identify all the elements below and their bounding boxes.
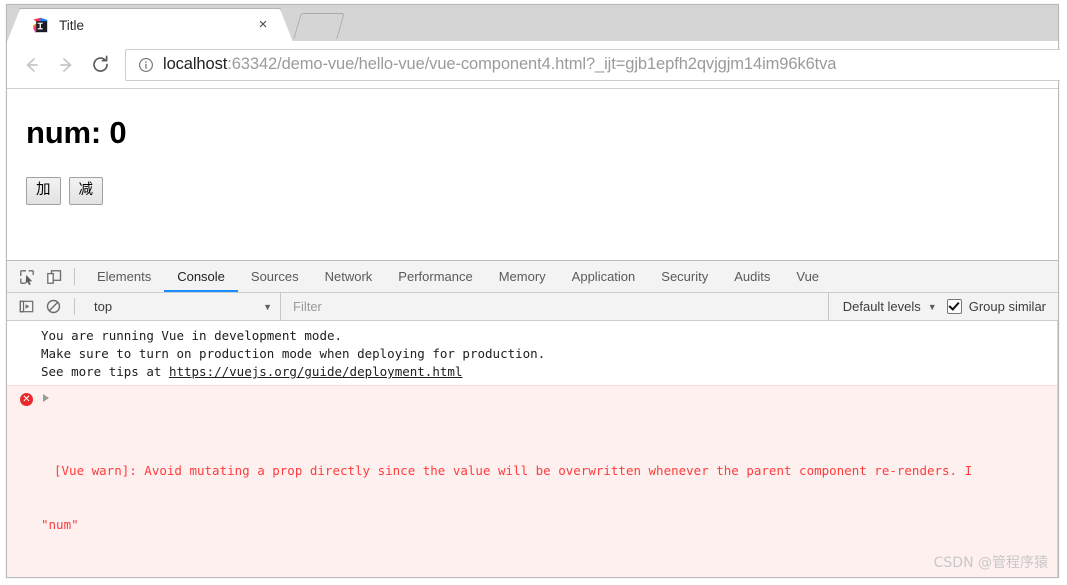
address-bar[interactable]: localhost:63342/demo-vue/hello-vue/vue-c… bbox=[125, 48, 1060, 81]
console-output[interactable]: You are running Vue in development mode.… bbox=[7, 321, 1058, 577]
navigation-bar: localhost:63342/demo-vue/hello-vue/vue-c… bbox=[7, 41, 1060, 89]
tab-elements[interactable]: Elements bbox=[84, 261, 164, 292]
deployment-guide-link[interactable]: https://vuejs.org/guide/deployment.html bbox=[169, 364, 463, 379]
console-toolbar: top ▼ Default levels ▼ Group similar bbox=[7, 292, 1058, 321]
tab-performance[interactable]: Performance bbox=[385, 261, 485, 292]
console-toolbar-divider bbox=[74, 298, 75, 315]
chevron-down-icon: ▼ bbox=[927, 301, 937, 312]
error-circle-icon: ✕ bbox=[20, 393, 33, 406]
execution-context-value: top bbox=[94, 299, 113, 314]
tab-title: Title bbox=[59, 17, 85, 33]
tab-console[interactable]: Console bbox=[164, 261, 238, 292]
error-line-2: "num" bbox=[41, 517, 79, 532]
inspect-element-icon[interactable] bbox=[13, 264, 40, 290]
info-line-3: See more tips at bbox=[41, 364, 169, 379]
browser-window: Title × localhost:63342/demo-vue/hello-v… bbox=[6, 4, 1060, 578]
triangle-right-icon[interactable] bbox=[43, 394, 49, 402]
error-line-3 bbox=[41, 570, 1057, 577]
info-line-1: You are running Vue in development mode. bbox=[41, 328, 343, 343]
console-sidebar-icon[interactable] bbox=[13, 294, 40, 320]
device-toolbar-icon[interactable] bbox=[40, 264, 67, 290]
tab-network[interactable]: Network bbox=[312, 261, 386, 292]
filter-input[interactable] bbox=[280, 292, 828, 321]
browser-tab[interactable]: Title × bbox=[7, 8, 293, 42]
tab-application[interactable]: Application bbox=[559, 261, 649, 292]
intellij-idea-icon bbox=[32, 17, 49, 34]
info-line-2: Make sure to turn on production mode whe… bbox=[41, 346, 546, 361]
url-path: :63342/demo-vue/hello-vue/vue-component4… bbox=[227, 55, 837, 73]
devtools-tabbar: Elements Console Sources Network Perform… bbox=[7, 261, 1058, 293]
group-similar-toggle[interactable]: Group similar bbox=[946, 299, 1058, 314]
increment-button[interactable]: 加 bbox=[26, 177, 61, 205]
page-button-group: 加 减 bbox=[26, 177, 1058, 205]
clear-console-icon[interactable] bbox=[40, 294, 67, 320]
error-line-1: [Vue warn]: Avoid mutating a prop direct… bbox=[54, 463, 973, 478]
console-message-error: ✕ [Vue warn]: Avoid mutating a prop dire… bbox=[7, 385, 1057, 577]
tab-vue[interactable]: Vue bbox=[783, 261, 832, 292]
toolbar-divider bbox=[74, 268, 75, 285]
tab-audits[interactable]: Audits bbox=[721, 261, 783, 292]
arrow-right-icon[interactable] bbox=[49, 48, 83, 82]
log-levels-select[interactable]: Default levels ▼ bbox=[827, 293, 947, 320]
tab-memory[interactable]: Memory bbox=[486, 261, 559, 292]
close-icon[interactable]: × bbox=[254, 16, 272, 34]
console-message-info: You are running Vue in development mode.… bbox=[7, 321, 1057, 385]
new-tab-button[interactable] bbox=[293, 13, 345, 39]
arrow-left-icon[interactable] bbox=[15, 48, 49, 82]
url-host: localhost bbox=[163, 55, 228, 73]
page-title: num: 0 bbox=[26, 115, 127, 150]
chevron-down-icon: ▼ bbox=[263, 301, 272, 312]
tab-sources[interactable]: Sources bbox=[238, 261, 312, 292]
page-viewport: num: 0 加 减 bbox=[7, 89, 1058, 260]
decrement-button[interactable]: 减 bbox=[68, 177, 103, 205]
tab-security[interactable]: Security bbox=[648, 261, 721, 292]
devtools-panel: Elements Console Sources Network Perform… bbox=[7, 260, 1058, 577]
execution-context-select[interactable]: top ▼ bbox=[84, 293, 280, 320]
group-similar-label: Group similar bbox=[968, 299, 1046, 314]
group-similar-checkbox[interactable] bbox=[946, 299, 962, 314]
tab-strip: Title × bbox=[7, 5, 1058, 42]
log-levels-label: Default levels bbox=[842, 299, 921, 314]
url-text: localhost:63342/demo-vue/hello-vue/vue-c… bbox=[163, 55, 836, 74]
info-circle-icon[interactable] bbox=[138, 57, 154, 73]
reload-icon[interactable] bbox=[83, 48, 117, 82]
